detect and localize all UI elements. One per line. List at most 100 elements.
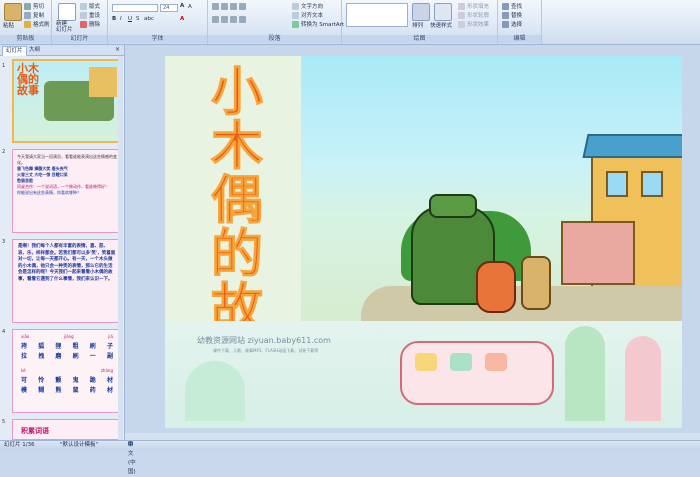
bold-button[interactable]: B (112, 16, 116, 22)
reset-button[interactable]: 重设 (80, 11, 100, 19)
brush-icon (24, 21, 31, 28)
slide-number: 4 (2, 329, 6, 335)
train-window-shape (485, 353, 507, 371)
grow-font-button[interactable]: A (180, 3, 184, 9)
align-text-icon (292, 12, 299, 19)
font-size-select[interactable]: 24 (160, 4, 178, 12)
slide-thumbnail-5[interactable]: 积累词语 (12, 419, 120, 440)
tab-slides[interactable]: 幻灯片 (2, 46, 27, 56)
format-painter-button[interactable]: 格式刷 (24, 20, 50, 28)
shape-outline-button[interactable]: 形状轮廓 (458, 11, 489, 19)
align-buttons[interactable] (212, 16, 248, 23)
watermark-main: 幼教资源网站 ziyuan.baby611.com (197, 336, 331, 345)
building-shape (561, 221, 635, 285)
thumb2-text: 今天我请大家当一回演员，看看谁能表演出这些情感的变化。 眉飞色舞 捧腹大笑 垂头… (17, 154, 117, 195)
decorative-footer: 幼教资源网站 ziyuan.baby611.com 课件下载、儿歌、故事MP3、… (165, 321, 682, 428)
thumb4-row: 模糊熊鼠药材 (21, 387, 113, 394)
thumb4-row: 拉拽磨刷一副 (21, 353, 113, 360)
slide-thumbnail-4[interactable]: xiāo jiàng jiǎ 挎狐狸粗刷子 拉拽磨刷一副 kě zhǎng 可怜颤鬼跪… (12, 329, 120, 413)
quick-styles-button[interactable]: 快速样式 (430, 21, 452, 29)
underline-button[interactable]: U (128, 16, 132, 22)
new-slide-icon[interactable] (58, 3, 76, 21)
slide-thumbnail-2[interactable]: 今天我请大家当一回演员，看看谁能表演出这些情感的变化。 眉飞色舞 捧腹大笑 垂头… (12, 149, 120, 233)
slide-thumbnail-1[interactable]: 小木偶的故事 (12, 59, 120, 143)
shrink-font-button[interactable]: A (188, 4, 192, 10)
copy-button[interactable]: 复制 (24, 11, 44, 19)
slide-editor: 小木偶的故事 幼教资源网站 ziyuan.baby611.com 课件下载、儿歌… (125, 45, 700, 440)
slide-number: 2 (2, 149, 6, 155)
editing-group: 查找 替换 选择 编辑 (498, 0, 542, 44)
strikethrough-button[interactable]: abc (144, 16, 154, 22)
thumb3-text: 是啊！我们每个人都有丰富的表情，喜、怒、哀、乐，样样都会。若我们都可以多'笑'，… (18, 244, 116, 282)
tree-shape (565, 326, 605, 421)
paste-button[interactable]: 粘贴 (3, 21, 14, 29)
slides-group: 新建 幻灯片 版式 重设 删除 幻灯片 (52, 0, 108, 44)
clipboard-label: 剪贴板 (0, 35, 51, 43)
slide-canvas[interactable]: 小木偶的故事 幼教资源网站 ziyuan.baby611.com 课件下载、儿歌… (165, 56, 682, 428)
scissors-icon (24, 3, 31, 10)
slide-number: 3 (2, 239, 6, 245)
layout-button[interactable]: 版式 (80, 2, 100, 10)
shapes-gallery[interactable] (346, 3, 408, 27)
font-group: 24 A A B I U S abc A 字体 (108, 0, 208, 44)
smartart-icon (292, 21, 299, 28)
find-icon (502, 3, 509, 10)
shadow-button[interactable]: S (136, 16, 140, 22)
thumb4-pinyin: kě zhǎng (21, 368, 113, 373)
paragraph-label: 段落 (208, 35, 341, 43)
tab-outline[interactable]: 大纲 (26, 46, 43, 55)
slide-number: 5 (2, 419, 6, 425)
select-button[interactable]: 选择 (502, 20, 522, 28)
thumb4-row: 可怜颤鬼跪材 (21, 377, 113, 384)
watermark-sub: 课件下载、儿歌、故事MP3、FLASH动画下载、试卷下载等 (213, 348, 319, 353)
italic-button[interactable]: I (120, 16, 122, 22)
justify-icon (239, 16, 246, 23)
panel-scrollbar[interactable] (118, 56, 123, 440)
thumb5-title: 积累词语 (21, 427, 49, 435)
editing-label: 编辑 (498, 35, 541, 43)
window-shape (641, 171, 663, 197)
arrange-icon[interactable] (412, 3, 430, 21)
fill-icon (458, 3, 465, 10)
reset-icon (80, 12, 87, 19)
font-color-button[interactable]: A (180, 16, 184, 22)
align-text-button[interactable]: 对齐文本 (292, 11, 323, 19)
align-right-icon (230, 16, 237, 23)
font-name-select[interactable] (112, 4, 158, 12)
story-illustration[interactable] (301, 56, 682, 321)
numbering-icon (221, 3, 228, 10)
shape-fill-button[interactable]: 形状填充 (458, 2, 489, 10)
copy-icon (24, 12, 31, 19)
text-direction-button[interactable]: 文字方向 (292, 2, 323, 10)
smartart-button[interactable]: 转换为 SmartArt (292, 20, 344, 28)
editor-scrollbar[interactable] (125, 433, 700, 440)
replace-button[interactable]: 替换 (502, 11, 522, 19)
window-shape (606, 171, 628, 197)
bullets-button[interactable] (212, 3, 248, 10)
paragraph-group: 文字方向 对齐文本 转换为 SmartArt 段落 (208, 0, 344, 44)
font-label: 字体 (108, 35, 207, 43)
thumb-title: 小木偶的故事 (17, 62, 39, 97)
train-window-shape (450, 353, 472, 371)
drawing-group: 排列 快速样式 形状填充 形状轮廓 形状效果 绘图 (342, 0, 498, 44)
layout-icon (80, 3, 87, 10)
slide-number: 1 (2, 63, 6, 69)
new-slide-button[interactable]: 新建 幻灯片 (56, 21, 73, 33)
delete-button[interactable]: 删除 (80, 20, 100, 28)
slides-label: 幻灯片 (52, 35, 107, 43)
close-panel-icon[interactable]: × (115, 46, 120, 53)
outline-icon (458, 12, 465, 19)
thumb-house (89, 67, 117, 97)
arrange-button[interactable]: 排列 (412, 21, 423, 29)
thumb4-row: 挎狐狸粗刷子 (21, 343, 113, 350)
paste-icon[interactable] (4, 3, 22, 21)
roof-shape (582, 134, 682, 158)
fox-figure (476, 261, 516, 313)
quick-styles-icon[interactable] (434, 3, 452, 21)
thumb4-pinyin: xiāo jiàng jiǎ (21, 334, 113, 339)
cut-button[interactable]: 剪切 (24, 2, 44, 10)
shape-effects-button[interactable]: 形状效果 (458, 20, 489, 28)
find-button[interactable]: 查找 (502, 2, 522, 10)
slide-thumbnail-3[interactable]: 是啊！我们每个人都有丰富的表情，喜、怒、哀、乐，样样都会。若我们都可以多'笑'，… (12, 239, 120, 323)
tree-shape (185, 361, 245, 421)
